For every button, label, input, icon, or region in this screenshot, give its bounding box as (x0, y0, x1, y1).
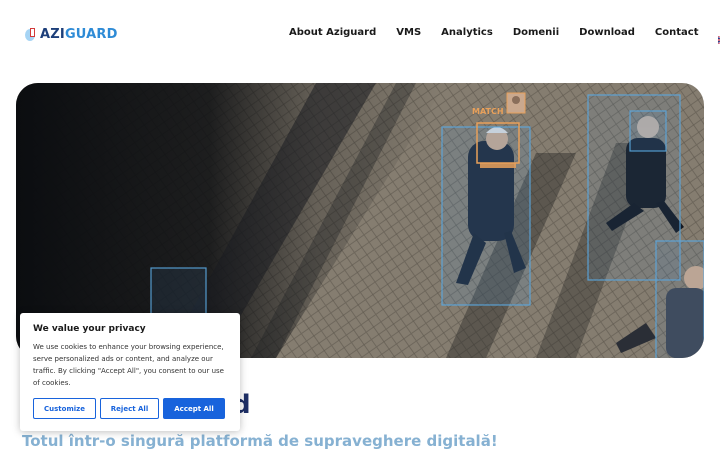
customize-button[interactable]: Customize (33, 398, 96, 419)
cookie-consent-banner: We value your privacy We use cookies to … (20, 313, 240, 431)
accept-all-button[interactable]: Accept All (163, 398, 225, 419)
logo-text-part1: AZI (40, 26, 65, 42)
nav-domenii[interactable]: Domenii (513, 27, 559, 38)
nav-about[interactable]: About Aziguard (289, 27, 376, 38)
match-label: MATCH (472, 107, 504, 116)
cookie-buttons: Customize Reject All Accept All (33, 398, 229, 419)
hero-subtitle: Totul într-o singură platformă de suprav… (22, 432, 498, 450)
logo-text-part2: GUARD (64, 26, 118, 42)
nav-contact[interactable]: Contact (655, 27, 699, 38)
nav-download[interactable]: Download (579, 27, 635, 38)
logo-text: AZIGUARD (40, 27, 118, 42)
site-header: AZIGUARD About Aziguard VMS Analytics Do… (0, 0, 720, 68)
reject-all-button[interactable]: Reject All (100, 398, 159, 419)
nav-analytics[interactable]: Analytics (441, 27, 493, 38)
logo-mark-icon (25, 26, 37, 42)
nav-vms[interactable]: VMS (396, 27, 421, 38)
main-nav: About Aziguard VMS Analytics Domenii Dow… (289, 27, 720, 45)
aziguard-logo[interactable]: AZIGUARD (25, 25, 118, 43)
cookie-text: We use cookies to enhance your browsing … (33, 343, 224, 387)
cookie-title: We value your privacy (33, 324, 146, 334)
